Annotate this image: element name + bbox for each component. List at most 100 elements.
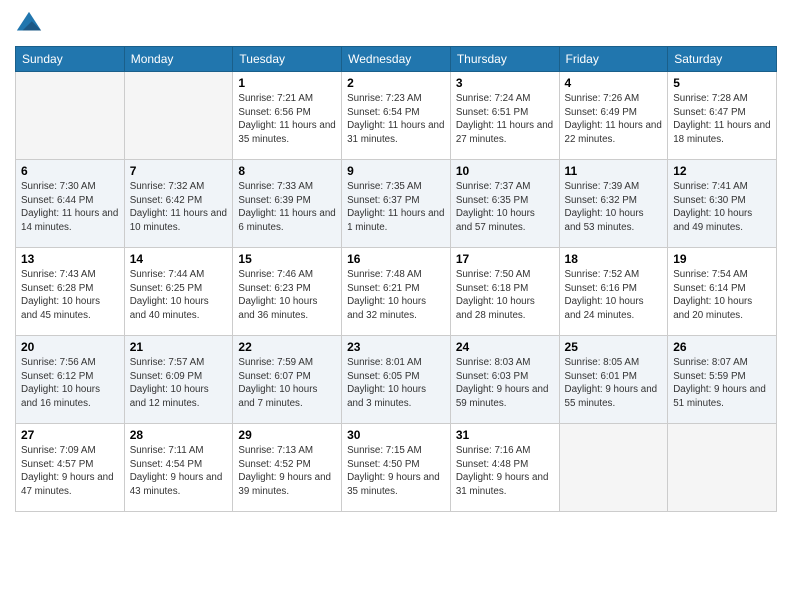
- calendar-cell: [124, 72, 233, 160]
- calendar-cell: 12 Sunrise: 7:41 AMSunset: 6:30 PMDayligh…: [668, 160, 777, 248]
- day-info: Sunrise: 7:57 AMSunset: 6:09 PMDaylight:…: [130, 356, 228, 411]
- calendar-cell: 28 Sunrise: 7:11 AMSunset: 4:54 PMDayligh…: [124, 424, 233, 512]
- day-info: Sunrise: 8:05 AMSunset: 6:01 PMDaylight:…: [565, 356, 663, 411]
- day-number: 24: [456, 340, 554, 354]
- logo-icon: [15, 10, 43, 38]
- day-info: Sunrise: 7:48 AMSunset: 6:21 PMDaylight:…: [347, 268, 445, 323]
- calendar-table: SundayMondayTuesdayWednesdayThursdayFrid…: [15, 46, 777, 512]
- day-number: 13: [21, 252, 119, 266]
- calendar-week-row: 20 Sunrise: 7:56 AMSunset: 6:12 PMDayligh…: [16, 336, 777, 424]
- day-info: Sunrise: 7:32 AMSunset: 6:42 PMDaylight:…: [130, 180, 228, 235]
- day-number: 21: [130, 340, 228, 354]
- day-info: Sunrise: 8:07 AMSunset: 5:59 PMDaylight:…: [673, 356, 771, 411]
- day-number: 22: [238, 340, 336, 354]
- day-number: 20: [21, 340, 119, 354]
- calendar-cell: [668, 424, 777, 512]
- calendar-cell: 9 Sunrise: 7:35 AMSunset: 6:37 PMDaylight…: [342, 160, 451, 248]
- day-number: 14: [130, 252, 228, 266]
- weekday-header-thursday: Thursday: [450, 47, 559, 72]
- day-number: 7: [130, 164, 228, 178]
- day-number: 17: [456, 252, 554, 266]
- day-info: Sunrise: 7:26 AMSunset: 6:49 PMDaylight:…: [565, 92, 663, 147]
- weekday-header-monday: Monday: [124, 47, 233, 72]
- day-number: 5: [673, 76, 771, 90]
- day-info: Sunrise: 7:46 AMSunset: 6:23 PMDaylight:…: [238, 268, 336, 323]
- calendar-cell: 13 Sunrise: 7:43 AMSunset: 6:28 PMDayligh…: [16, 248, 125, 336]
- day-info: Sunrise: 7:11 AMSunset: 4:54 PMDaylight:…: [130, 444, 228, 499]
- day-info: Sunrise: 7:50 AMSunset: 6:18 PMDaylight:…: [456, 268, 554, 323]
- day-number: 1: [238, 76, 336, 90]
- calendar-cell: 1 Sunrise: 7:21 AMSunset: 6:56 PMDaylight…: [233, 72, 342, 160]
- weekday-header-wednesday: Wednesday: [342, 47, 451, 72]
- calendar-cell: 19 Sunrise: 7:54 AMSunset: 6:14 PMDayligh…: [668, 248, 777, 336]
- calendar-cell: 22 Sunrise: 7:59 AMSunset: 6:07 PMDayligh…: [233, 336, 342, 424]
- calendar-week-row: 1 Sunrise: 7:21 AMSunset: 6:56 PMDaylight…: [16, 72, 777, 160]
- day-info: Sunrise: 7:35 AMSunset: 6:37 PMDaylight:…: [347, 180, 445, 235]
- day-number: 19: [673, 252, 771, 266]
- calendar-week-row: 13 Sunrise: 7:43 AMSunset: 6:28 PMDayligh…: [16, 248, 777, 336]
- calendar-week-row: 27Sunrise: 7:09 AMSunset: 4:57 PMDayligh…: [16, 424, 777, 512]
- day-info: Sunrise: 7:23 AMSunset: 6:54 PMDaylight:…: [347, 92, 445, 147]
- day-number: 2: [347, 76, 445, 90]
- day-number: 15: [238, 252, 336, 266]
- day-number: 27: [21, 428, 119, 442]
- day-number: 16: [347, 252, 445, 266]
- day-number: 4: [565, 76, 663, 90]
- day-number: 25: [565, 340, 663, 354]
- weekday-header-friday: Friday: [559, 47, 668, 72]
- day-info: Sunrise: 7:54 AMSunset: 6:14 PMDaylight:…: [673, 268, 771, 323]
- logo: [15, 10, 47, 38]
- calendar-cell: 30 Sunrise: 7:15 AMSunset: 4:50 PMDayligh…: [342, 424, 451, 512]
- day-info: Sunrise: 7:43 AMSunset: 6:28 PMDaylight:…: [21, 268, 119, 323]
- day-number: 29: [238, 428, 336, 442]
- day-info: Sunrise: 7:16 AMSunset: 4:48 PMDaylight:…: [456, 444, 554, 499]
- day-number: 28: [130, 428, 228, 442]
- calendar-cell: 29 Sunrise: 7:13 AMSunset: 4:52 PMDayligh…: [233, 424, 342, 512]
- calendar-cell: 7 Sunrise: 7:32 AMSunset: 6:42 PMDaylight…: [124, 160, 233, 248]
- day-info: Sunrise: 7:15 AMSunset: 4:50 PMDaylight:…: [347, 444, 445, 499]
- calendar-cell: 31Sunrise: 7:16 AMSunset: 4:48 PMDayligh…: [450, 424, 559, 512]
- calendar-cell: 6Sunrise: 7:30 AMSunset: 6:44 PMDaylight…: [16, 160, 125, 248]
- day-number: 8: [238, 164, 336, 178]
- day-info: Sunrise: 7:33 AMSunset: 6:39 PMDaylight:…: [238, 180, 336, 235]
- day-info: Sunrise: 7:56 AMSunset: 6:12 PMDaylight:…: [21, 356, 119, 411]
- calendar-cell: 4 Sunrise: 7:26 AMSunset: 6:49 PMDaylight…: [559, 72, 668, 160]
- day-number: 11: [565, 164, 663, 178]
- weekday-header-tuesday: Tuesday: [233, 47, 342, 72]
- day-number: 9: [347, 164, 445, 178]
- calendar-cell: 11 Sunrise: 7:39 AMSunset: 6:32 PMDayligh…: [559, 160, 668, 248]
- day-info: Sunrise: 8:01 AMSunset: 6:05 PMDaylight:…: [347, 356, 445, 411]
- calendar-cell: 14 Sunrise: 7:44 AMSunset: 6:25 PMDayligh…: [124, 248, 233, 336]
- day-info: Sunrise: 7:44 AMSunset: 6:25 PMDaylight:…: [130, 268, 228, 323]
- calendar-cell: [559, 424, 668, 512]
- day-info: Sunrise: 8:03 AMSunset: 6:03 PMDaylight:…: [456, 356, 554, 411]
- page: SundayMondayTuesdayWednesdayThursdayFrid…: [0, 0, 792, 612]
- weekday-header-row: SundayMondayTuesdayWednesdayThursdayFrid…: [16, 47, 777, 72]
- day-info: Sunrise: 7:39 AMSunset: 6:32 PMDaylight:…: [565, 180, 663, 235]
- calendar-cell: 15 Sunrise: 7:46 AMSunset: 6:23 PMDayligh…: [233, 248, 342, 336]
- calendar-cell: 21 Sunrise: 7:57 AMSunset: 6:09 PMDayligh…: [124, 336, 233, 424]
- calendar-cell: 17 Sunrise: 7:50 AMSunset: 6:18 PMDayligh…: [450, 248, 559, 336]
- day-info: Sunrise: 7:21 AMSunset: 6:56 PMDaylight:…: [238, 92, 336, 147]
- calendar-cell: 5 Sunrise: 7:28 AMSunset: 6:47 PMDaylight…: [668, 72, 777, 160]
- day-number: 10: [456, 164, 554, 178]
- day-number: 18: [565, 252, 663, 266]
- calendar-cell: 18 Sunrise: 7:52 AMSunset: 6:16 PMDayligh…: [559, 248, 668, 336]
- day-info: Sunrise: 7:52 AMSunset: 6:16 PMDaylight:…: [565, 268, 663, 323]
- calendar-cell: [16, 72, 125, 160]
- day-info: Sunrise: 7:41 AMSunset: 6:30 PMDaylight:…: [673, 180, 771, 235]
- day-info: Sunrise: 7:59 AMSunset: 6:07 PMDaylight:…: [238, 356, 336, 411]
- day-number: 26: [673, 340, 771, 354]
- day-number: 30: [347, 428, 445, 442]
- weekday-header-sunday: Sunday: [16, 47, 125, 72]
- day-number: 12: [673, 164, 771, 178]
- day-info: Sunrise: 7:28 AMSunset: 6:47 PMDaylight:…: [673, 92, 771, 147]
- header: [15, 10, 777, 38]
- day-info: Sunrise: 7:13 AMSunset: 4:52 PMDaylight:…: [238, 444, 336, 499]
- calendar-cell: 3Sunrise: 7:24 AMSunset: 6:51 PMDaylight…: [450, 72, 559, 160]
- calendar-cell: 2 Sunrise: 7:23 AMSunset: 6:54 PMDaylight…: [342, 72, 451, 160]
- calendar-cell: 20 Sunrise: 7:56 AMSunset: 6:12 PMDayligh…: [16, 336, 125, 424]
- calendar-cell: 23Sunrise: 8:01 AMSunset: 6:05 PMDayligh…: [342, 336, 451, 424]
- calendar-cell: 27Sunrise: 7:09 AMSunset: 4:57 PMDayligh…: [16, 424, 125, 512]
- calendar-cell: 25 Sunrise: 8:05 AMSunset: 6:01 PMDayligh…: [559, 336, 668, 424]
